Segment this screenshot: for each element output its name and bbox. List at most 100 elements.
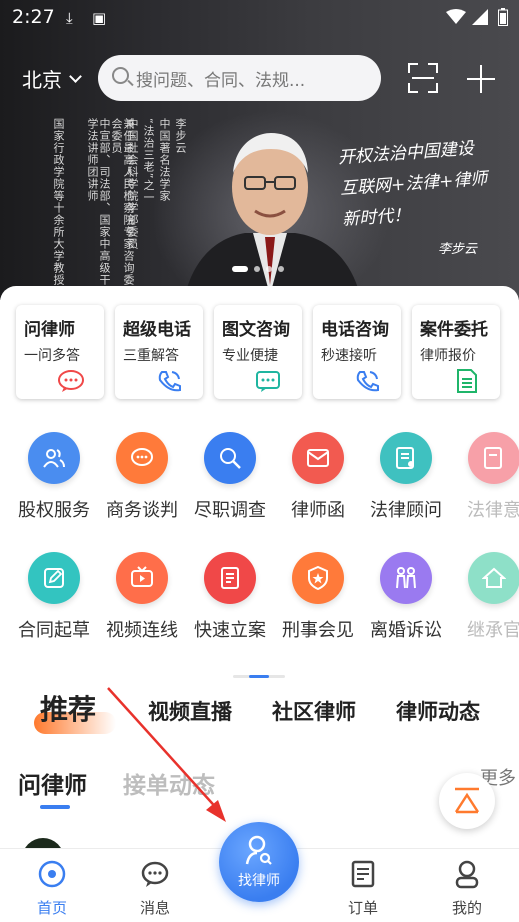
search-placeholder: 搜问题、合同、法规...: [136, 70, 306, 91]
signal-icon: [472, 9, 488, 25]
chat-icon: [141, 861, 169, 887]
signature: 李步云: [438, 242, 478, 257]
nav-orders[interactable]: 订单: [328, 859, 398, 918]
nav-label: 消息: [139, 899, 170, 917]
app-notification-icon: ▣: [92, 9, 107, 27]
grid-item-label: 继承官: [467, 620, 519, 641]
grid-item-inheritance[interactable]: 继承官: [449, 552, 519, 642]
search-icon: [112, 67, 129, 84]
calligraphy-text: 开权法治中国建设 互联网+法律+律师 新时代！: [337, 133, 491, 236]
banner-text-col: “法治三老”之一: [142, 118, 155, 204]
grid-item-label: 法律意: [467, 500, 519, 521]
grid-item-legal-advisor[interactable]: 法律顾问: [361, 432, 451, 522]
city-selector[interactable]: 北京: [22, 64, 82, 93]
grid-item-video-call[interactable]: 视频连线: [97, 552, 187, 642]
grid-item-label: 刑事会见: [282, 620, 354, 641]
chat-bubble-icon: [58, 370, 84, 392]
carousel-dot: [266, 266, 272, 272]
find-lawyer-icon: [245, 835, 272, 865]
service-subtitle: 一问多答: [24, 348, 80, 364]
house-icon: [468, 552, 519, 604]
grid-item-label: 视频连线: [106, 620, 178, 641]
grid-item-label: 合同起草: [18, 620, 90, 641]
chat-dots-icon: [116, 432, 168, 484]
banner-text-col: 国家行政学院等十余所大学教授。: [52, 118, 65, 298]
nav-label: 首页: [36, 899, 67, 917]
search-input[interactable]: 搜问题、合同、法规...: [98, 55, 381, 101]
service-card-case-entrust[interactable]: 案件委托 律师报价: [412, 305, 500, 399]
wifi-icon: [446, 9, 466, 24]
order-icon: [351, 860, 375, 888]
download-icon: ⤓: [66, 9, 73, 27]
service-card-phone-consult[interactable]: 电话咨询 秒速接听: [313, 305, 401, 399]
banner-text-col: 中国著名法学家: [158, 118, 171, 202]
scan-icon[interactable]: [408, 63, 438, 93]
battery-icon: [498, 8, 508, 26]
tab-community-lawyer[interactable]: 社区律师: [272, 696, 356, 726]
add-icon[interactable]: [466, 64, 496, 94]
tab-lawyer-news[interactable]: 律师动态: [396, 696, 480, 726]
tab-recommend[interactable]: 推荐: [40, 688, 96, 728]
home-compass-icon: [38, 860, 66, 888]
badge-star-icon: [292, 552, 344, 604]
envelope-icon: [292, 432, 344, 484]
grid-scroll-indicator: [233, 675, 285, 678]
subtab-ask-lawyer[interactable]: 问律师: [18, 766, 87, 800]
nav-label: 订单: [347, 899, 378, 917]
grid-item-contract-drafting[interactable]: 合同起草: [9, 552, 99, 642]
service-card-text-consult[interactable]: 图文咨询 专业便捷: [214, 305, 302, 399]
carousel-dot: [278, 266, 284, 272]
grid-item-label: 快速立案: [194, 620, 266, 641]
grid-item-label: 股权服务: [18, 500, 90, 521]
service-card-ask-lawyer[interactable]: 问律师 一问多答: [16, 305, 104, 399]
arrow-up-icon: [454, 787, 480, 814]
grid-item-quick-filing[interactable]: 快速立案: [185, 552, 275, 642]
nav-label: 我的: [451, 899, 482, 917]
document-icon: [457, 369, 477, 393]
grid-item-due-diligence[interactable]: 尽职调查: [185, 432, 275, 522]
people-icon: [28, 432, 80, 484]
service-subtitle: 律师报价: [420, 348, 476, 364]
chevron-down-icon: [69, 70, 82, 83]
carousel-dot: [254, 266, 260, 272]
grid-item-label: 尽职调查: [194, 500, 266, 521]
grid-item-lawyer-letter[interactable]: 律师函: [273, 432, 363, 522]
grid-item-divorce[interactable]: 离婚诉讼: [361, 552, 451, 642]
grid-item-label: 法律顾问: [370, 500, 442, 521]
grid-item-label: 商务谈判: [106, 500, 178, 521]
service-title: 问律师: [24, 320, 75, 340]
carousel-dots: [232, 266, 284, 272]
service-subtitle: 三重解答: [123, 348, 179, 364]
back-to-top-button[interactable]: [439, 773, 495, 829]
service-card-super-phone[interactable]: 超级电话 三重解答: [115, 305, 203, 399]
edit-icon: [28, 552, 80, 604]
status-time: 2:27: [12, 6, 55, 28]
find-lawyer-button[interactable]: 找律师: [219, 822, 299, 902]
fab-label: 找律师: [238, 873, 280, 889]
grid-item-equity[interactable]: 股权服务: [9, 432, 99, 522]
nav-messages[interactable]: 消息: [120, 859, 190, 918]
tab-video-live[interactable]: 视频直播: [148, 696, 232, 726]
hero-banner[interactable]: 李步云 中国著名法学家 “法治三老”之一 中国社会科学院学部委员 兼任最高人民检…: [0, 0, 519, 300]
nav-profile[interactable]: 我的: [432, 859, 502, 918]
service-title: 电话咨询: [321, 320, 389, 340]
service-subtitle: 秒速接听: [321, 348, 377, 364]
phone-call-icon: [158, 371, 181, 392]
grid-item-criminal-visit[interactable]: 刑事会见: [273, 552, 363, 642]
tv-play-icon: [116, 552, 168, 604]
banner-text-col: 中宣部、司法部、国家中高级干部学法讲师团讲师: [86, 118, 111, 298]
magnifier-icon: [204, 432, 256, 484]
phone-call-icon: [356, 371, 379, 392]
file-icon: [204, 552, 256, 604]
grid-item-label: 离婚诉讼: [370, 620, 442, 641]
grid-item-label: 律师函: [291, 500, 345, 521]
banner-text-col: 兼任最高人民检察院专家咨询委员会委员: [110, 118, 135, 298]
service-title: 超级电话: [123, 320, 191, 340]
service-subtitle: 专业便捷: [222, 348, 278, 364]
grid-item-legal-opinion[interactable]: 法律意: [449, 432, 519, 522]
subtab-order-feed[interactable]: 接单动态: [123, 766, 215, 800]
grid-item-negotiation[interactable]: 商务谈判: [97, 432, 187, 522]
city-label: 北京: [22, 68, 62, 92]
nav-home[interactable]: 首页: [17, 859, 87, 918]
legal-opinion-icon: [468, 432, 519, 484]
